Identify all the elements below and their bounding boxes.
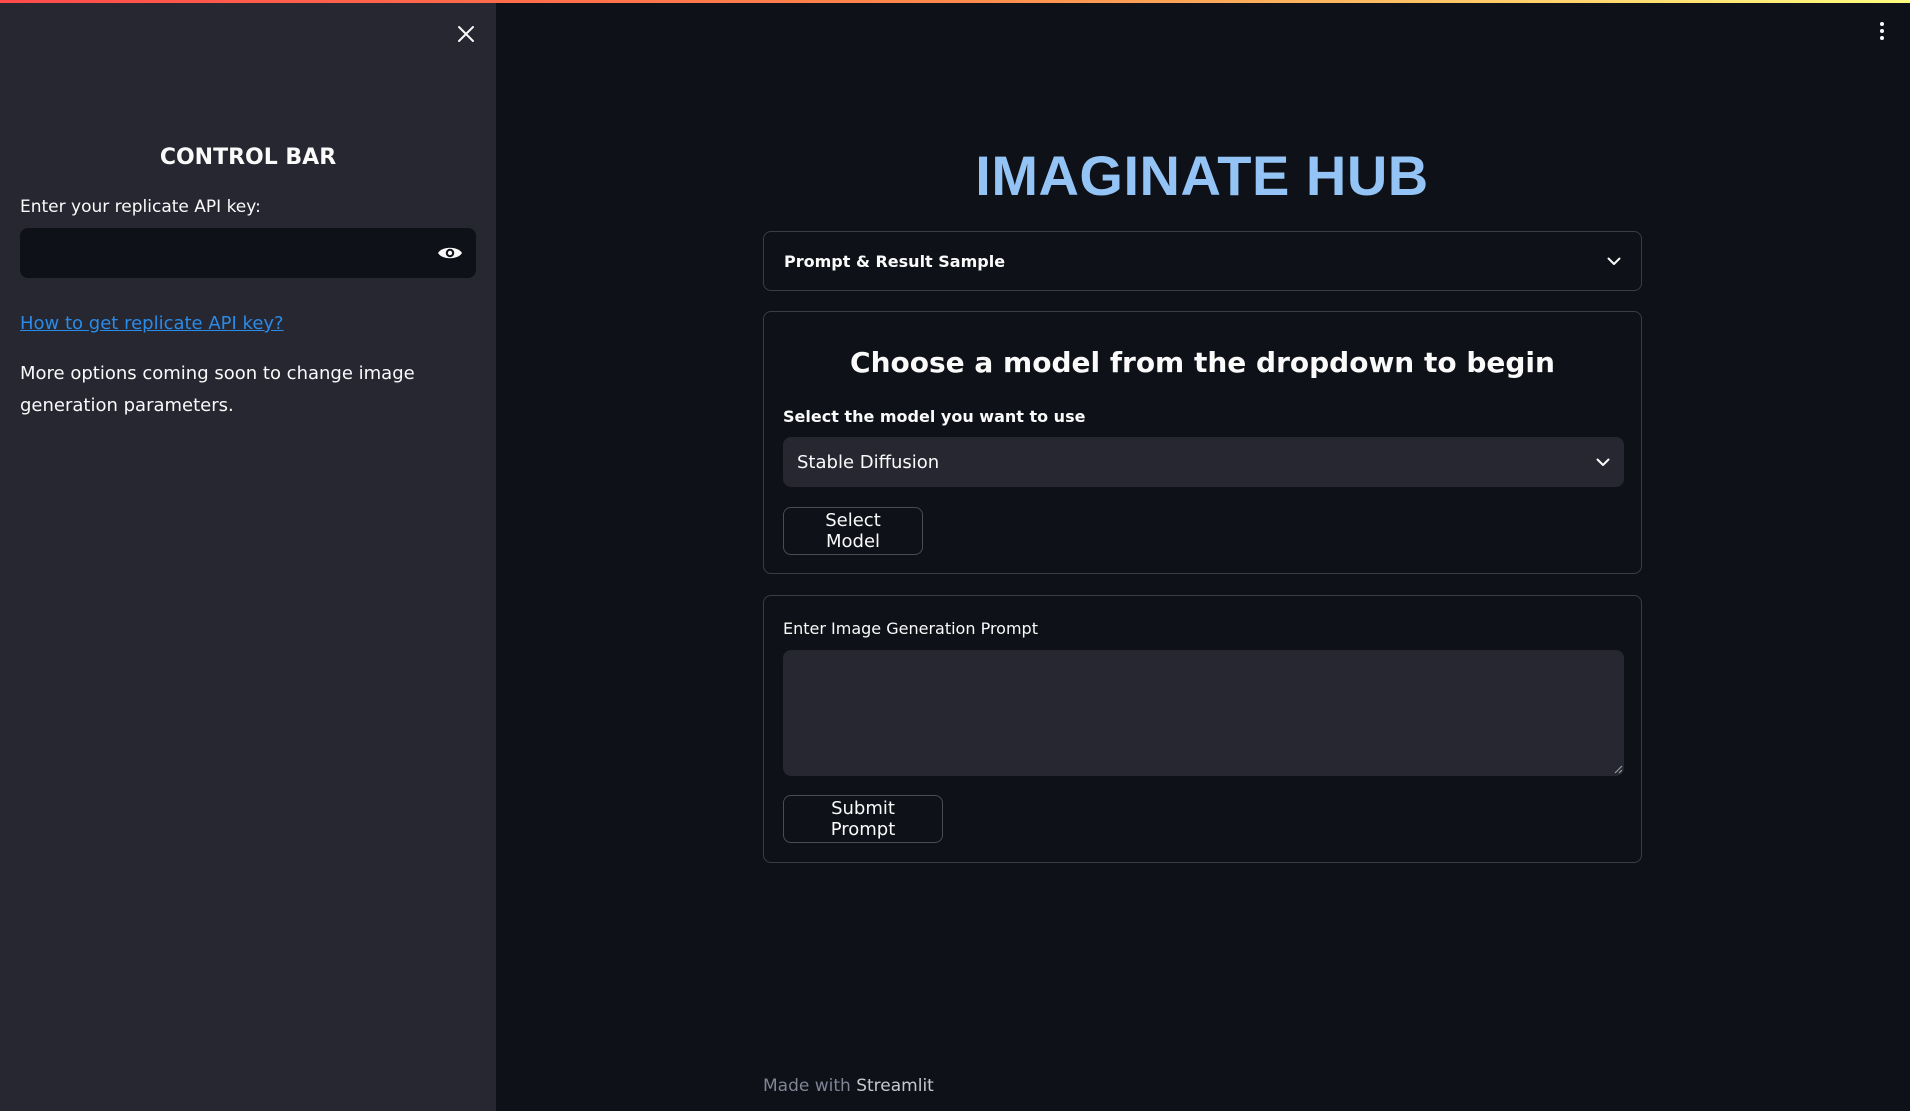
sidebar-title: CONTROL BAR [159, 145, 337, 170]
api-key-input[interactable] [20, 228, 424, 278]
api-key-field [20, 228, 476, 278]
more-vertical-icon-dot [1880, 36, 1884, 40]
close-icon [458, 26, 474, 42]
sidebar-note: More options coming soon to change image… [20, 363, 415, 416]
prompt-result-sample-expander[interactable]: Prompt & Result Sample [763, 231, 1642, 291]
model-select[interactable]: Stable Diffusion [783, 437, 1624, 487]
prompt-label: Enter Image Generation Prompt [783, 619, 1038, 638]
main-menu-button[interactable] [1870, 18, 1894, 44]
chevron-down-icon [1596, 458, 1610, 466]
model-card-heading: Choose a model from the dropdown to begi… [850, 346, 1555, 379]
model-select-label: Select the model you want to use [783, 407, 1086, 426]
more-vertical-icon [1880, 22, 1884, 26]
api-key-label: Enter your replicate API key: [20, 197, 261, 217]
prompt-textarea[interactable] [783, 650, 1624, 776]
footer: Made with Streamlit [763, 1076, 934, 1096]
footer-prefix: Made with [763, 1076, 851, 1096]
model-selection-form: Choose a model from the dropdown to begi… [763, 311, 1642, 574]
close-sidebar-button[interactable] [452, 20, 480, 48]
api-key-help-link[interactable]: How to get replicate API key? [20, 313, 284, 334]
model-select-value: Stable Diffusion [797, 451, 940, 473]
more-vertical-icon-dot [1880, 29, 1884, 33]
select-model-button[interactable]: Select Model [783, 507, 923, 555]
expander-label: Prompt & Result Sample [784, 251, 1006, 271]
page-title: IMAGINATE HUB [975, 144, 1429, 207]
eye-icon [438, 247, 462, 259]
top-decoration-bar [0, 0, 1910, 3]
chevron-down-icon [1607, 257, 1621, 265]
show-password-button[interactable] [424, 228, 476, 278]
submit-prompt-button[interactable]: Submit Prompt [783, 795, 943, 843]
prompt-form: Enter Image Generation Prompt Submit Pro… [763, 595, 1642, 863]
sidebar: CONTROL BAR Enter your replicate API key… [0, 0, 496, 1111]
footer-brand-link[interactable]: Streamlit [856, 1076, 934, 1096]
resize-grip-icon[interactable] [1611, 762, 1623, 774]
